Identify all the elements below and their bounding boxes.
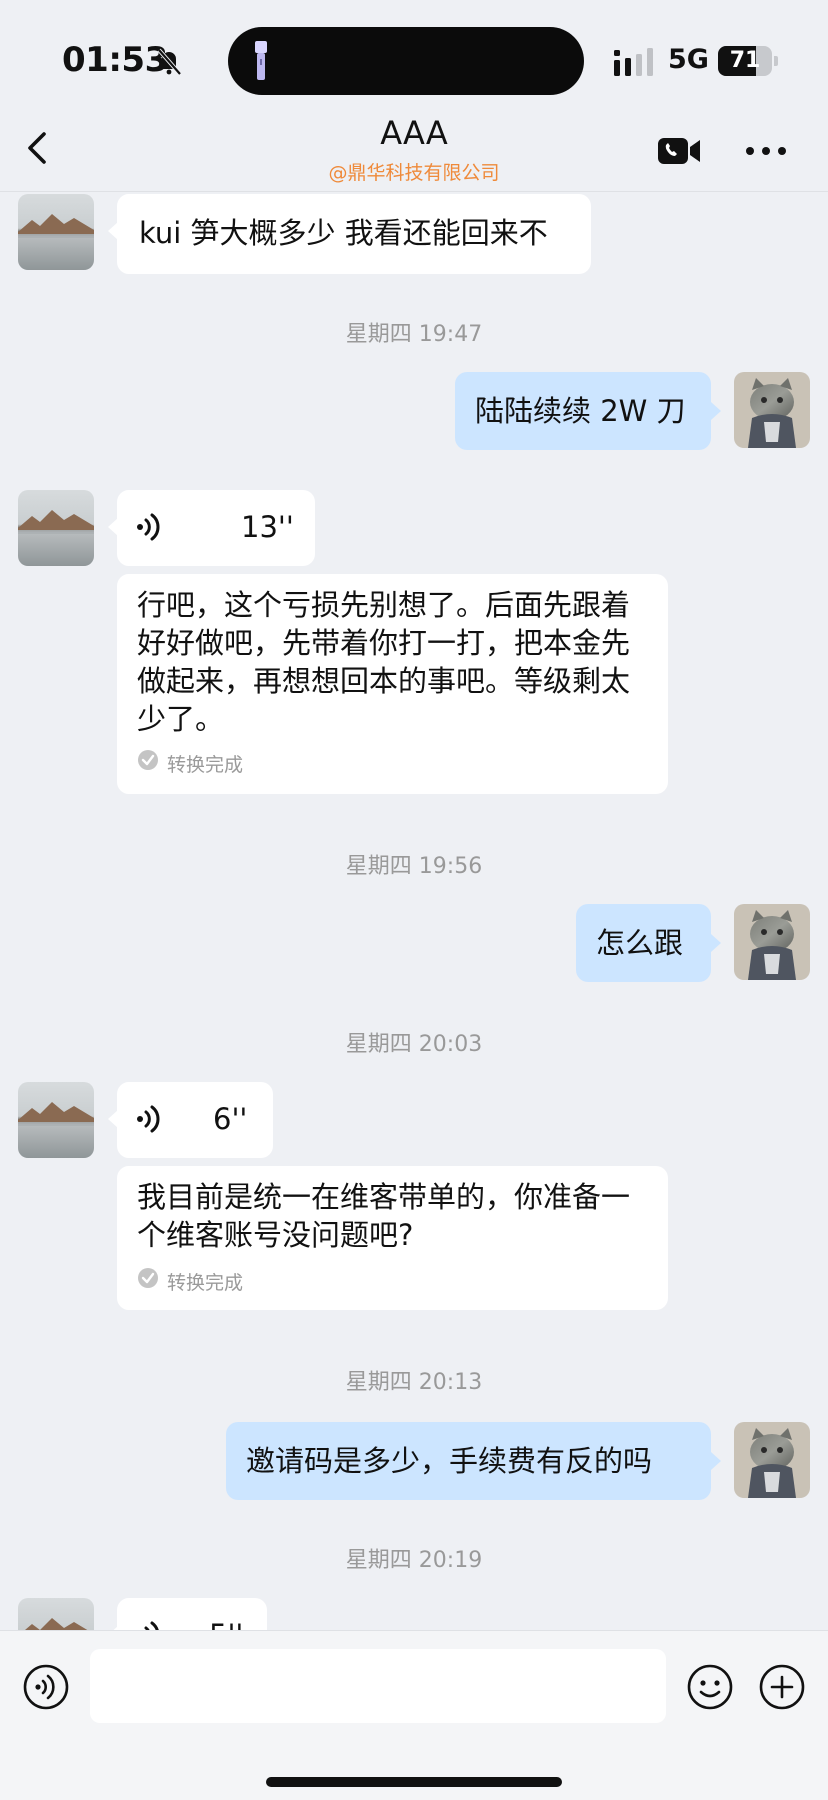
voice-message-bubble[interactable]: 6'' [117, 1082, 273, 1158]
contact-avatar[interactable] [18, 194, 94, 270]
timestamp: 星期四 20:19 [345, 1548, 483, 1573]
message-bubble-sent[interactable]: 陆陆续续 2W 刀 [455, 372, 711, 450]
chat-header: AAA @鼎华科技有限公司 [0, 110, 828, 192]
transcript-line: 我目前是统一在维客带单的，你准备一 [137, 1180, 631, 1214]
status-time: 01:53 [62, 40, 168, 80]
contact-avatar[interactable] [18, 1598, 94, 1630]
timestamp: 星期四 19:56 [345, 854, 483, 879]
timestamp: 星期四 20:03 [345, 1032, 483, 1057]
message-text: 怎么跟 [596, 926, 684, 960]
voice-message-bubble[interactable]: 13'' [117, 490, 315, 566]
home-indicator[interactable] [266, 1777, 562, 1787]
voice-wave-icon [144, 1621, 159, 1630]
transcript-bubble[interactable]: 我目前是统一在维客带单的，你准备一 个维客账号没问题吧? 转换完成 [117, 1166, 668, 1310]
voice-message-bubble[interactable]: 5'' [117, 1598, 267, 1630]
transcript-bubble[interactable]: 行吧，这个亏损先别想了。后面先跟着 好好做吧，先带着你打一打，把本金先 做起来，… [117, 574, 668, 794]
network-type: 5G [668, 44, 709, 75]
contact-avatar[interactable] [18, 490, 94, 566]
voice-duration: 5'' [209, 1618, 243, 1630]
check-circle-icon [138, 1268, 158, 1288]
timestamp: 星期四 20:13 [345, 1370, 483, 1395]
my-avatar[interactable] [734, 1422, 810, 1498]
bell-muted-icon [157, 48, 182, 76]
message-text: 陆陆续续 2W 刀 [475, 394, 686, 428]
voice-duration: 6'' [213, 1102, 248, 1136]
message-text: 邀请码是多少，手续费有反的吗 [246, 1444, 653, 1478]
my-avatar[interactable] [734, 904, 810, 980]
battery-icon: 71 [718, 46, 778, 76]
transcript-line: 个维客账号没问题吧? [137, 1218, 414, 1252]
timestamp: 星期四 19:47 [345, 322, 483, 347]
conversion-status-label: 转换完成 [167, 1272, 244, 1294]
status-bar: 01:53 5G 71 [0, 0, 828, 110]
input-bar [0, 1630, 828, 1800]
flashlight-icon [255, 41, 267, 80]
conversion-status-label: 转换完成 [167, 754, 244, 776]
dynamic-island [228, 27, 584, 95]
message-bubble-sent[interactable]: 邀请码是多少，手续费有反的吗 [226, 1422, 711, 1500]
message-list[interactable]: kui 笋大概多少 我看还能回来不 星期四 19:47 陆陆续续 2W 刀 13… [0, 192, 828, 1630]
message-input[interactable] [90, 1649, 666, 1723]
voice-wave-icon [137, 513, 160, 541]
transcript-line: 做起来，再想想回本的事吧。等级剩太 [137, 664, 631, 698]
transcript-line: 行吧，这个亏损先别想了。后面先跟着 [137, 588, 631, 622]
smiley-icon[interactable] [686, 1663, 734, 1711]
voice-input-icon[interactable] [22, 1663, 70, 1711]
my-avatar[interactable] [734, 372, 810, 448]
message-bubble-sent[interactable]: 怎么跟 [576, 904, 711, 982]
transcript-line: 好好做吧，先带着你打一打，把本金先 [137, 626, 631, 660]
plus-circle-icon[interactable] [758, 1663, 806, 1711]
battery-percent: 71 [729, 48, 761, 73]
video-camera-icon[interactable] [656, 132, 704, 170]
voice-duration: 13'' [241, 510, 294, 544]
signal-strength-icon [614, 48, 653, 76]
contact-avatar[interactable] [18, 1082, 94, 1158]
transcript-line: 少了。 [137, 702, 225, 736]
message-text: kui 笋大概多少 我看还能回来不 [139, 216, 548, 250]
voice-wave-icon [137, 1105, 160, 1133]
more-dots-icon[interactable] [744, 134, 788, 168]
check-circle-icon [138, 750, 158, 770]
message-bubble-received[interactable]: kui 笋大概多少 我看还能回来不 [117, 194, 591, 274]
